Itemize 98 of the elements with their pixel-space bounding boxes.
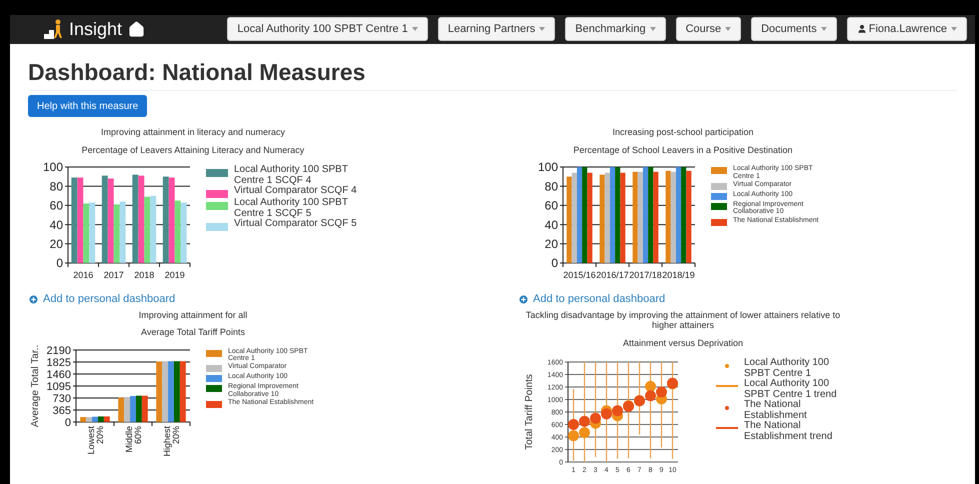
add-to-dashboard-link[interactable]: Add to personal dashboard <box>518 291 666 308</box>
axis-tick-label: 100 <box>42 161 63 174</box>
chart-heading: Improving attainment in literacy and numeracy <box>100 127 286 138</box>
axis-tick-label: 100 <box>538 161 558 174</box>
axis-title: Total Tariff Points <box>524 374 535 450</box>
menu-button[interactable]: Benchmarking <box>565 17 666 42</box>
legend-label: The National Establishment trend <box>744 421 834 442</box>
add-to-dashboard-link[interactable]: Add to personal dashboard <box>28 291 176 308</box>
legend-swatch-icon <box>711 203 727 210</box>
axis-tick-label: 80 <box>50 180 63 194</box>
page-title: Dashboard: National Measures <box>28 58 366 86</box>
legend-swatch-icon <box>206 375 222 382</box>
legend-label: The National Establishment <box>744 400 808 420</box>
chart-title: Attainment versus Deprivation <box>622 336 744 350</box>
axis-tick-label: 2017/18 <box>629 270 662 280</box>
legend-swatch-icon <box>711 218 727 226</box>
legend-swatch-icon <box>206 385 222 392</box>
legend-label: Local Authority 100 SPBT Centre 1 SCQF 5 <box>234 198 349 219</box>
caret-icon <box>820 27 827 32</box>
legend-swatch-icon <box>206 223 228 232</box>
caret-icon <box>650 27 656 32</box>
brand-name[interactable]: Insight <box>69 16 122 43</box>
caret-icon <box>951 27 957 32</box>
axis-tick-label: 20 <box>544 237 558 252</box>
axis-tick-label: 0 <box>551 256 558 271</box>
data-point <box>590 412 601 424</box>
data-point <box>645 380 656 392</box>
legend-swatch-icon <box>206 365 222 372</box>
chart-heading: Tackling disadvantage by improving the attainment of lower attainers relative to higher attainers <box>524 310 842 330</box>
legend-swatch-icon <box>206 190 228 198</box>
data-point <box>579 416 590 427</box>
legend-swatch-icon <box>711 183 727 190</box>
data-point <box>601 408 612 420</box>
chart-title: Percentage of School Leavers in a Positive Destination <box>573 144 793 157</box>
help-button[interactable]: Help with this measure <box>28 95 148 118</box>
axis-tick-label: 365 <box>52 404 71 416</box>
user-menu-button[interactable]: Fiona.Lawrence <box>846 17 967 42</box>
legend-swatch-icon <box>206 202 228 210</box>
axis-tick-label: Highest 20% <box>162 426 181 456</box>
menu-button[interactable]: Learning Partners <box>438 17 556 42</box>
axis-tick-label: 20 <box>50 237 63 252</box>
axis-tick-label: 1460 <box>46 368 71 380</box>
data-point <box>612 405 623 416</box>
data-point <box>656 386 667 398</box>
chart-heading: Increasing post-school participation <box>611 127 755 138</box>
axis-tick-label: 60 <box>50 198 63 213</box>
menu-button[interactable]: Documents <box>751 17 837 42</box>
legend-label: Local Authority 100 SPBT Centre 1 SCQF 4 <box>234 165 349 186</box>
caret-icon <box>725 27 732 32</box>
caret-icon <box>412 27 418 32</box>
axis-tick-label: 1095 <box>46 380 71 392</box>
legend-swatch-icon <box>711 167 727 174</box>
legend-label: Virtual Comparator SCQF 4 <box>234 186 357 197</box>
axis-tick-label: 60 <box>544 198 558 213</box>
legend-label: Local Authority 100 SPBT Centre 1 <box>744 358 830 378</box>
axis-tick-label: Lowest 20% <box>86 426 105 454</box>
axis-tick-label: 1825 <box>46 356 71 368</box>
logo-icon <box>43 18 65 40</box>
plus-circle-icon <box>28 294 39 306</box>
axis-tick-label: Middle 60% <box>124 426 143 452</box>
legend-label: Local Authority 100 SPBT Centre 1 trend <box>744 379 838 400</box>
axis-tick-label: 2018/19 <box>662 270 695 280</box>
chart-title: Average Total Tariff Points <box>141 326 245 340</box>
axis-tick-label: 2017 <box>104 270 124 280</box>
legend-swatch-icon <box>206 401 222 408</box>
axis-tick-label: 40 <box>544 218 558 232</box>
axis-tick-label: 2015/16 <box>563 270 596 280</box>
chart-heading: Improving attainment for all <box>138 310 248 320</box>
data-point <box>579 427 590 438</box>
axis-tick-label: 0 <box>64 416 71 428</box>
user-icon <box>856 24 867 34</box>
axis-tick-label: 2190 <box>46 344 71 356</box>
legend-label: Virtual Comparator SCQF 5 <box>234 219 357 230</box>
axis-title: Average Total Tar.. <box>30 344 41 427</box>
menu-button[interactable]: Local Authority 100 SPBT Centre 1 <box>227 17 428 42</box>
axis-tick-label: 2019 <box>164 270 185 280</box>
axis-tick-label: 0 <box>56 256 63 271</box>
axis-tick-label: 730 <box>52 392 71 404</box>
axis-tick-label: 2016/17 <box>596 270 629 280</box>
legend-swatch-icon <box>206 350 222 357</box>
data-point <box>568 419 579 430</box>
caret-icon <box>539 27 546 32</box>
data-point <box>568 430 579 442</box>
axis-tick-label: 2018 <box>134 270 154 280</box>
chart-title: Percentage of Leavers Attaining Literacy and Numeracy <box>82 144 304 157</box>
data-point <box>623 400 634 412</box>
plus-circle-icon <box>518 294 529 306</box>
legend-swatch-icon <box>206 169 228 178</box>
axis-tick-label: 80 <box>544 180 558 194</box>
data-point <box>667 378 678 389</box>
axis-tick-label: 40 <box>50 218 63 232</box>
legend-swatch-icon <box>711 193 727 200</box>
axis-tick-label: 2016 <box>73 270 94 280</box>
legend-line-icon <box>716 385 738 387</box>
home-icon[interactable] <box>128 20 146 38</box>
legend-line-icon <box>716 427 738 429</box>
data-point <box>645 390 656 402</box>
menu-button[interactable]: Course <box>676 17 742 42</box>
